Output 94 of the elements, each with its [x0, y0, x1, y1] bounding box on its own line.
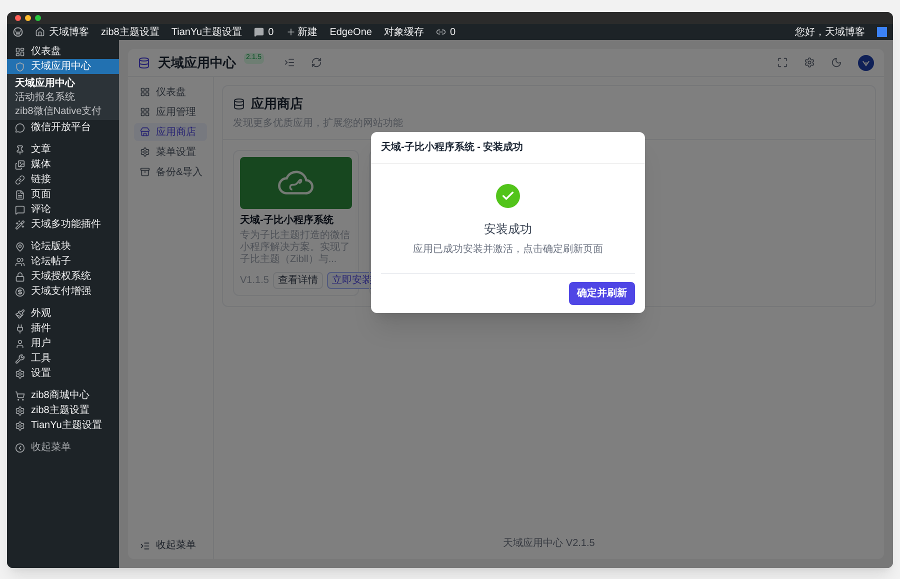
sidebar-item[interactable]: 论坛帖子 [7, 254, 119, 269]
plus-icon [286, 27, 296, 37]
menu-icon [15, 46, 25, 56]
links-counter[interactable]: 0 [436, 24, 456, 40]
sidebar-item[interactable]: 链接 [7, 172, 119, 187]
logo-icon[interactable] [13, 27, 23, 37]
nav-icon [140, 167, 150, 177]
link-icon [436, 27, 446, 37]
close-window-icon[interactable] [15, 15, 21, 21]
toolbar-link[interactable]: zib8主题设置 [101, 24, 160, 40]
app-title: 天域应用中心 [158, 54, 236, 72]
refresh-icon[interactable] [310, 57, 322, 68]
menu-icon [15, 62, 25, 72]
avatar[interactable] [858, 54, 874, 70]
moon-icon[interactable] [831, 57, 842, 68]
fullscreen-icon[interactable] [777, 57, 788, 68]
toolbar-link[interactable]: EdgeOne [330, 24, 372, 40]
sidebar-item[interactable]: zib8商城中心 [7, 388, 119, 403]
nav-icon [140, 107, 150, 117]
sidebar-item[interactable]: 页面 [7, 187, 119, 202]
menu-icon [15, 286, 25, 296]
menu-icon [15, 308, 25, 318]
collapse-menu-button[interactable]: 收起菜单 [134, 538, 207, 553]
menu-icon [15, 368, 25, 378]
app-card-title: 天域-子比小程序系统 [240, 213, 334, 228]
nav-icon [140, 87, 150, 97]
sidebar-item[interactable]: 设置 [7, 366, 119, 381]
toolbar-link[interactable]: TianYu主题设置 [171, 24, 242, 40]
confirm-refresh-button[interactable]: 确定并刷新 [569, 282, 635, 305]
menu-toggle-icon[interactable] [284, 57, 295, 68]
cloud-icon [277, 168, 315, 196]
sidebar-item[interactable]: 天域多功能插件 [7, 217, 119, 232]
sidebar-item[interactable]: 微信开放平台 [7, 120, 119, 135]
menu-icon [15, 420, 25, 430]
menu-icon [15, 190, 25, 200]
sidebar-item[interactable]: 仪表盘 [7, 44, 119, 59]
sidebar-item[interactable]: 文章 [7, 142, 119, 157]
menu-icon [15, 174, 25, 184]
nav-item[interactable]: 备份&导入 [134, 163, 207, 181]
sidebar-item[interactable]: 天域应用中心 [7, 59, 119, 74]
sidebar-item[interactable]: 天域支付增强 [7, 284, 119, 299]
toolbar-link[interactable]: 对象缓存 [384, 24, 424, 40]
sidebar-item[interactable]: 外观 [7, 306, 119, 321]
sidebar-item[interactable]: 评论 [7, 202, 119, 217]
submenu-item[interactable]: 活动报名系统 [7, 90, 119, 104]
collapse-menu-button[interactable]: 收起菜单 [7, 440, 119, 455]
dialog-title: 天域-子比小程序系统 - 安装成功 [371, 132, 645, 164]
dialog-message: 应用已成功安装并激活，点击确定刷新页面 [413, 242, 603, 257]
menu-icon [15, 204, 25, 214]
nav-icon [140, 147, 150, 157]
menu-icon [15, 242, 25, 252]
store-icon [233, 98, 245, 110]
home-icon [35, 27, 45, 37]
nav-item[interactable]: 应用管理 [134, 103, 207, 121]
nav-icon [140, 127, 150, 137]
sidebar-item[interactable]: 用户 [7, 336, 119, 351]
database-icon [138, 56, 150, 68]
submenu-item[interactable]: zib8微信Native支付 [7, 104, 119, 118]
site-link[interactable]: 天域博客 [35, 24, 89, 40]
menu-icon [15, 272, 25, 282]
details-button[interactable]: 查看详情 [272, 272, 323, 288]
comments-link[interactable]: 0 [254, 24, 274, 40]
sidebar-item[interactable]: 媒体 [7, 157, 119, 172]
menu-icon [15, 390, 25, 400]
sidebar-item[interactable]: 论坛版块 [7, 239, 119, 254]
greeting-link[interactable]: 您好，天域博客 [795, 24, 865, 40]
store-title: 应用商店 [251, 95, 303, 113]
menu-icon [15, 406, 25, 416]
sidebar-item[interactable]: 插件 [7, 321, 119, 336]
zoom-window-icon[interactable] [35, 15, 41, 21]
success-icon [496, 184, 520, 208]
menu-icon [15, 354, 25, 364]
sidebar-item[interactable]: 天域授权系统 [7, 269, 119, 284]
menu-icon [15, 338, 25, 348]
menu-icon [15, 256, 25, 266]
menu-icon [15, 220, 25, 230]
comment-icon [254, 27, 264, 37]
menu-icon [15, 160, 25, 170]
sidebar-item[interactable]: zib8主题设置 [7, 403, 119, 418]
sidebar-item[interactable]: TianYu主题设置 [7, 418, 119, 433]
sidebar-item[interactable]: 工具 [7, 351, 119, 366]
settings-icon[interactable] [804, 57, 815, 68]
dialog-heading: 安装成功 [484, 221, 532, 238]
minimize-window-icon[interactable] [25, 15, 31, 21]
new-link[interactable]: 新建 [286, 24, 318, 40]
submenu-item[interactable]: 天域应用中心 [7, 76, 119, 90]
menu-icon [15, 324, 25, 334]
collapse-icon [15, 442, 25, 452]
footer-text: 天域应用中心 V2.1.5 [502, 536, 596, 551]
nav-item[interactable]: 仪表盘 [134, 83, 207, 101]
nav-item[interactable]: 菜单设置 [134, 143, 207, 161]
menu-icon [15, 144, 25, 154]
collapse-icon [140, 540, 150, 550]
menu-icon [15, 122, 25, 132]
